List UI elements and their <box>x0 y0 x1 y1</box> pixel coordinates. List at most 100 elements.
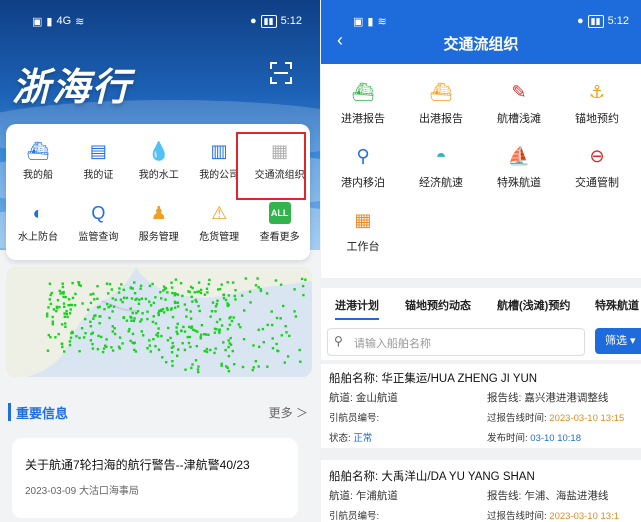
ship-marker <box>160 334 163 338</box>
all-icon: ALL <box>268 202 291 224</box>
filter-button[interactable]: 筛选 ▾ <box>595 328 641 354</box>
search-icon: ⚲ <box>334 334 343 348</box>
feature-no-entry[interactable]: ⊖ 交通管制 <box>557 128 637 190</box>
ship-marker <box>68 343 72 347</box>
tab-bar: 进港计划 锚地预约动态 航槽(浅滩)预约 特殊航道 <box>321 288 641 322</box>
news-more-link[interactable]: 更多 ＞ <box>269 404 308 421</box>
wifi-icon: ≋ <box>377 15 387 28</box>
menu-item-certificate[interactable]: ▤ 我的证 <box>68 132 128 184</box>
ship-name: 大禹洋山/DA YU YANG SHAN <box>381 471 535 483</box>
ship-marker <box>229 315 232 319</box>
ship-marker <box>138 298 141 301</box>
feature-outbound-report[interactable]: ⛴ 出港报告 <box>401 64 481 126</box>
search-input[interactable]: ⚲ 请输入船舶名称 <box>327 328 585 356</box>
news-source: 大沽口海事局 <box>78 486 139 497</box>
status-row: 状态: 正常 <box>329 430 372 444</box>
ship-marker <box>183 348 187 352</box>
ship-marker <box>67 304 70 307</box>
list-item[interactable]: 船舶名称: 大禹洋山/DA YU YANG SHAN 航道: 乍浦航道 报告线:… <box>321 460 641 522</box>
ship-marker <box>78 283 81 286</box>
ship-marker <box>148 284 152 288</box>
feature-special-channel[interactable]: ⛵ 特殊航道 <box>479 128 559 190</box>
scan-icon[interactable] <box>270 62 292 84</box>
feature-berth-shift[interactable]: ⚲ 港内移泊 <box>323 128 403 190</box>
tab-channel-booking[interactable]: 航槽(浅滩)预约 <box>497 297 570 313</box>
list-item[interactable]: 船舶名称: 华正集运/HUA ZHENG JI YUN 航道: 金山航道 报告线… <box>321 364 641 448</box>
ship-marker <box>89 293 92 296</box>
menu-item-label: 我的水工 <box>138 170 179 181</box>
feature-speed-gauge[interactable]: ◓ 经济航速 <box>401 128 481 190</box>
channel-shoal-icon: ✎ <box>511 81 527 102</box>
report-time-label: 过报告线时间: <box>487 511 547 522</box>
feature-label: 工作台 <box>346 241 380 253</box>
ship-marker <box>91 347 95 350</box>
menu-item-hazard[interactable]: ⚠ 危货管理 <box>189 194 249 246</box>
ship-marker <box>166 339 170 342</box>
ship-marker <box>93 314 96 318</box>
ship-marker <box>286 355 290 358</box>
status-value: 正常 <box>353 433 373 444</box>
ship-marker <box>226 327 230 331</box>
ship-marker <box>279 283 283 286</box>
ship-marker <box>133 317 136 320</box>
publish-label: 发布时间: <box>487 433 528 444</box>
tab-special-channel[interactable]: 特殊航道 <box>595 297 639 313</box>
workbench-icon: ▦ <box>354 209 372 230</box>
ship-marker <box>46 312 49 315</box>
location-icon: ● <box>577 15 584 27</box>
menu-item-water-engineering[interactable]: 💧 我的水工 <box>129 132 189 184</box>
ship-marker <box>102 347 106 350</box>
ship-marker <box>118 287 121 290</box>
ship-marker <box>47 306 50 309</box>
ship-marker <box>220 283 223 286</box>
ship-marker <box>285 331 288 334</box>
ship-marker <box>100 335 103 339</box>
feature-channel-shoal[interactable]: ✎ 航槽浅滩 <box>479 64 559 126</box>
ship-marker <box>74 292 77 296</box>
ship-marker <box>106 303 109 306</box>
ship-marker <box>133 281 136 284</box>
ship-marker <box>54 336 57 339</box>
report-value: 乍浦、海盐进港线 <box>524 490 609 502</box>
ship-marker <box>110 346 113 349</box>
ship-marker <box>229 343 233 346</box>
menu-item-all[interactable]: ALL 查看更多 <box>250 194 310 246</box>
ship-marker <box>205 287 209 290</box>
news-title[interactable]: 关于航通7轮扫海的航行警告--津航警40/23 <box>25 456 250 473</box>
ship-marker <box>128 327 131 331</box>
menu-item-ship[interactable]: ⛴ 我的船 <box>8 132 68 184</box>
ship-marker <box>179 282 183 285</box>
ship-marker <box>105 282 109 285</box>
tab-anchorage-booking[interactable]: 锚地预约动态 <box>405 297 471 313</box>
ship-label: 船舶名称: <box>329 471 379 483</box>
ship-marker <box>117 291 121 294</box>
pilot-label: 引航员编号: <box>329 511 380 522</box>
news-card[interactable]: 关于航通7轮扫海的航行警告--津航警40/23 2023-03-09 大沽口海事… <box>12 438 298 518</box>
ship-marker <box>125 319 129 322</box>
feature-inbound-report[interactable]: ⛴ 进港报告 <box>323 64 403 126</box>
ship-marker <box>204 333 208 336</box>
ship-marker <box>254 360 257 363</box>
ship-marker <box>65 309 68 313</box>
ship-marker <box>194 359 198 362</box>
ship-marker <box>175 330 178 333</box>
ship-marker <box>139 287 142 290</box>
ship-marker <box>197 365 200 368</box>
ship-marker <box>162 285 166 288</box>
menu-item-typhoon-defense[interactable]: ◐ 水上防台 <box>8 194 68 246</box>
ship-marker <box>195 345 198 348</box>
ship-marker <box>159 291 162 294</box>
signal-icon: ▮ <box>46 15 53 28</box>
ship-marker <box>177 305 180 308</box>
ship-marker <box>63 312 66 315</box>
ship-marker <box>148 339 151 342</box>
ship-marker <box>71 296 75 300</box>
menu-item-service[interactable]: ♟ 服务管理 <box>129 194 189 246</box>
tab-inbound-plan[interactable]: 进港计划 <box>335 297 379 313</box>
feature-workbench[interactable]: ▦ 工作台 <box>323 192 403 254</box>
ship-distribution-map[interactable] <box>6 267 312 377</box>
menu-item-query[interactable]: Q 监管查询 <box>68 194 128 246</box>
feature-anchor[interactable]: ⚓ 锚地预约 <box>557 64 637 126</box>
report-line-row: 报告线: 嘉兴港进港调整线 <box>487 390 608 405</box>
ship-marker <box>165 361 168 364</box>
